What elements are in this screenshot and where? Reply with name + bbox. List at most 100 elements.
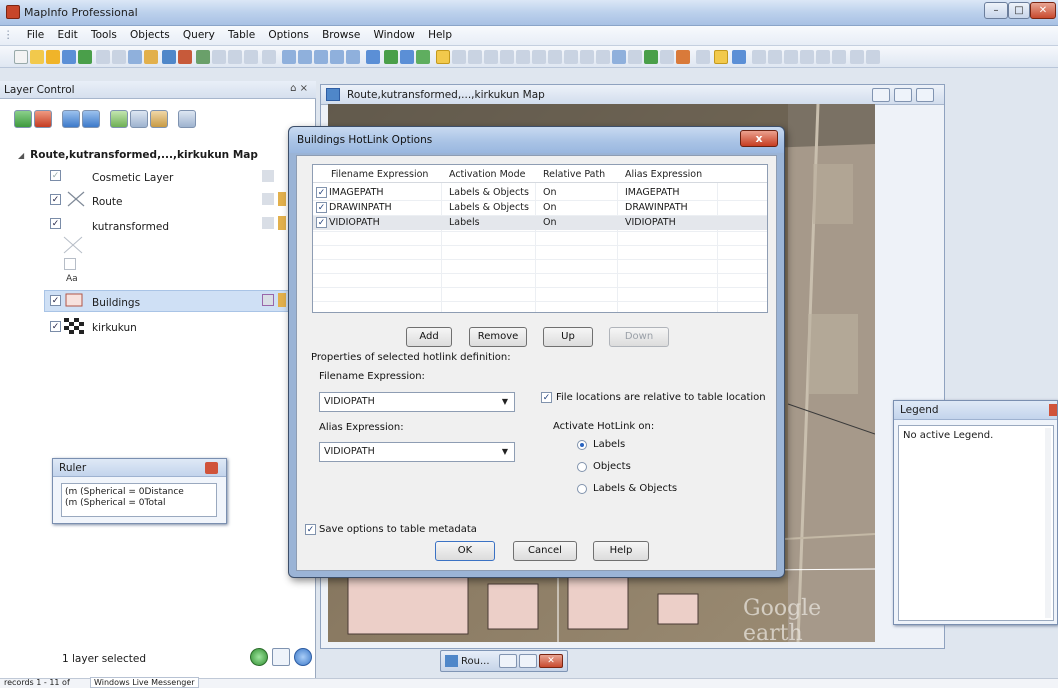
layer-label-icon[interactable]	[278, 192, 286, 206]
zoom-in-icon[interactable]	[516, 50, 530, 64]
window-1-icon[interactable]	[282, 50, 296, 64]
layer-properties-icon[interactable]	[110, 110, 128, 128]
print-icon[interactable]	[178, 50, 192, 64]
symbol-icon[interactable]	[676, 50, 690, 64]
window-5-icon[interactable]	[346, 50, 360, 64]
layer-edit-icon[interactable]	[262, 193, 274, 205]
sql-icon[interactable]	[262, 50, 276, 64]
map-restore-button[interactable]	[894, 88, 912, 102]
map-close-button[interactable]	[916, 88, 934, 102]
minimized-map-window[interactable]: Rou... ✕	[440, 650, 568, 672]
layer-checkbox-cosmetic[interactable]: ✓	[50, 170, 61, 181]
relative-path-checkbox[interactable]: ✓	[541, 392, 552, 403]
apply-icon[interactable]	[250, 648, 268, 666]
window-4-icon[interactable]	[330, 50, 344, 64]
arc-icon[interactable]	[832, 50, 846, 64]
column-header-alias[interactable]: Alias Expression	[625, 169, 702, 180]
activate-objects-label[interactable]: Objects	[593, 461, 631, 472]
ruler-tool-icon[interactable]	[612, 50, 626, 64]
select-arrow-icon[interactable]	[436, 50, 450, 64]
table-row[interactable]: ✓ IMAGEPATH Labels & Objects On IMAGEPAT…	[313, 187, 767, 199]
legend-tool-icon[interactable]	[628, 50, 642, 64]
help-button[interactable]: Help	[593, 541, 649, 561]
window-2-icon[interactable]	[298, 50, 312, 64]
layer-label-icon[interactable]	[278, 216, 286, 230]
menu-options[interactable]: Options	[263, 26, 314, 41]
remove-layer-icon[interactable]	[34, 110, 52, 128]
save-icon[interactable]	[62, 50, 76, 64]
open-icon[interactable]	[30, 50, 44, 64]
close-button[interactable]: ✕	[1030, 2, 1056, 19]
move-layer-down-icon[interactable]	[82, 110, 100, 128]
layer-options-icon[interactable]	[272, 648, 290, 666]
menu-help[interactable]: Help	[423, 26, 457, 41]
activate-objects-radio[interactable]	[577, 462, 587, 472]
map-tree-root[interactable]: ◢ Route,kutransformed,...,kirkukun Map	[18, 149, 258, 161]
info-icon[interactable]	[400, 50, 414, 64]
text-icon[interactable]	[752, 50, 766, 64]
cancel-button[interactable]: Cancel	[513, 541, 577, 561]
menu-window[interactable]: Window	[368, 26, 419, 41]
relative-path-label[interactable]: File locations are relative to table loc…	[556, 392, 766, 403]
copy-icon[interactable]	[112, 50, 126, 64]
maximize-button[interactable]: □	[1008, 2, 1030, 19]
paste-icon[interactable]	[128, 50, 142, 64]
marquee-select-icon[interactable]	[452, 50, 466, 64]
legend-close-button[interactable]	[1049, 404, 1057, 416]
region-icon[interactable]	[714, 50, 728, 64]
help-pointer-icon[interactable]	[366, 50, 380, 64]
line-icon[interactable]	[696, 50, 710, 64]
remove-button[interactable]: Remove	[469, 327, 527, 347]
new-browser-icon[interactable]	[144, 50, 158, 64]
layer-checkbox-kutransformed[interactable]: ✓	[50, 218, 61, 229]
save-workspace-icon[interactable]	[78, 50, 92, 64]
layer-name-kutransformed[interactable]: kutransformed	[92, 221, 169, 233]
cut-icon[interactable]	[96, 50, 110, 64]
filename-expression-dropdown[interactable]: VIDIOPATH ▼	[319, 392, 515, 412]
clip-region-icon[interactable]	[660, 50, 674, 64]
ellipse-icon[interactable]	[866, 50, 880, 64]
label-icon[interactable]	[580, 50, 594, 64]
window-3-icon[interactable]	[314, 50, 328, 64]
menu-objects[interactable]: Objects	[125, 26, 175, 41]
display-options-icon[interactable]	[130, 110, 148, 128]
add-button[interactable]: Add	[406, 327, 452, 347]
layer-checkbox-kirkukun[interactable]: ✓	[50, 321, 61, 332]
map-restore-button[interactable]	[499, 654, 517, 668]
layer-help-icon[interactable]	[294, 648, 312, 666]
layer-checkbox-buildings[interactable]: ✓	[50, 295, 61, 306]
ruler-close-button[interactable]	[205, 462, 218, 474]
boundary-select-icon[interactable]	[500, 50, 514, 64]
table-row[interactable]: ✓ DRAWINPATH Labels & Objects On DRAWINP…	[313, 202, 767, 214]
menu-browse[interactable]: Browse	[317, 26, 365, 41]
activate-labels-radio[interactable]	[577, 440, 587, 450]
layer-edit-icon[interactable]	[262, 217, 274, 229]
grabber-icon[interactable]	[564, 50, 578, 64]
layer-checkbox-route[interactable]: ✓	[50, 194, 61, 205]
row-checkbox[interactable]: ✓	[316, 217, 327, 228]
layer-edit-icon[interactable]	[262, 170, 274, 182]
layer-edit-icon[interactable]	[262, 294, 274, 306]
move-layer-up-icon[interactable]	[62, 110, 80, 128]
layer-name-route[interactable]: Route	[92, 196, 122, 208]
row-checkbox[interactable]: ✓	[316, 187, 327, 198]
add-layer-icon[interactable]	[14, 110, 32, 128]
thematic-map-icon[interactable]	[178, 110, 196, 128]
map-minimize-button[interactable]	[872, 88, 890, 102]
new-mapper-icon[interactable]	[162, 50, 176, 64]
frame-icon[interactable]	[768, 50, 782, 64]
radius-select-icon[interactable]	[468, 50, 482, 64]
down-button[interactable]: Down	[609, 327, 669, 347]
column-header-relative[interactable]: Relative Path	[543, 169, 605, 180]
activate-labels-objects-radio[interactable]	[577, 484, 587, 494]
hotlink-icon[interactable]	[384, 50, 398, 64]
open-workspace-icon[interactable]	[46, 50, 60, 64]
layer-label-icon[interactable]	[278, 293, 286, 307]
save-metadata-checkbox[interactable]: ✓	[305, 524, 316, 535]
change-view-icon[interactable]	[548, 50, 562, 64]
polygon-select-icon[interactable]	[484, 50, 498, 64]
layer-name-cosmetic[interactable]: Cosmetic Layer	[92, 172, 173, 184]
statistics-icon[interactable]	[644, 50, 658, 64]
graph-icon[interactable]	[196, 50, 210, 64]
undo-icon[interactable]	[212, 50, 226, 64]
